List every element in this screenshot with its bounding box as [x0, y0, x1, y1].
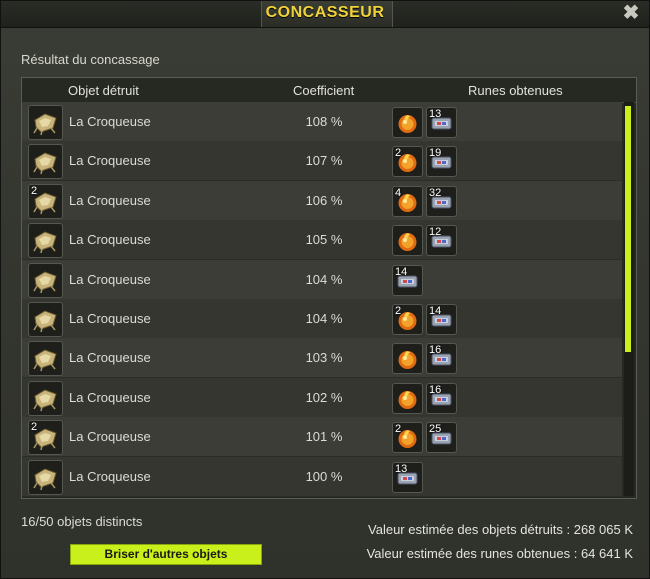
column-header-coefficient: Coefficient	[293, 83, 355, 98]
item-icon[interactable]	[28, 302, 63, 337]
rune-quantity: 2	[395, 147, 402, 160]
rune-quantity: 4	[395, 186, 402, 199]
table-row: La Croqueuse 100 % 13	[22, 456, 622, 497]
coefficient-value: 104 %	[305, 271, 343, 287]
stat-rune-icon[interactable]: 19	[426, 146, 457, 178]
item-name: La Croqueuse	[69, 271, 151, 287]
coefficient-value: 101 %	[305, 429, 343, 445]
stat-rune-icon[interactable]: 14	[392, 264, 423, 296]
item-icon[interactable]	[28, 262, 63, 298]
fire-rune-icon[interactable]	[392, 382, 423, 414]
coefficient-value: 102 %	[305, 389, 343, 405]
rune-quantity: 14	[429, 305, 442, 317]
item-name: La Croqueuse	[69, 311, 151, 326]
fire-rune-icon[interactable]: 2	[392, 304, 423, 335]
stat-rune-icon[interactable]: 13	[426, 107, 457, 138]
item-name: La Croqueuse	[69, 468, 151, 484]
table-row: La Croqueuse 107 % 2 19	[22, 141, 622, 182]
rune-quantity: 12	[429, 226, 442, 239]
fire-rune-icon[interactable]: 2	[392, 422, 423, 454]
item-icon[interactable]	[28, 223, 63, 259]
table-row: La Croqueuse 108 % 13	[22, 102, 622, 142]
close-icon[interactable]: ✖	[621, 3, 641, 23]
table-row: 2 La Croqueuse 106 % 4 32	[22, 180, 622, 221]
distinct-count: 16/50 objets distincts	[21, 514, 143, 529]
coefficient-value: 104 %	[305, 311, 343, 326]
item-icon[interactable]: 2	[28, 183, 63, 219]
item-name: La Croqueuse	[69, 429, 151, 445]
table-row: La Croqueuse 102 % 16	[22, 377, 622, 418]
item-name: La Croqueuse	[69, 389, 151, 405]
fire-rune-icon[interactable]	[392, 225, 423, 257]
scrollbar-thumb[interactable]	[625, 106, 631, 352]
coefficient-value: 108 %	[305, 114, 343, 129]
coefficient-value: 106 %	[305, 192, 343, 208]
table-row: La Croqueuse 103 % 16	[22, 338, 622, 379]
column-header-runes: Runes obtenues	[468, 83, 563, 98]
rune-quantity: 16	[429, 383, 442, 396]
item-icon[interactable]	[28, 459, 63, 495]
rune-quantity: 16	[429, 344, 442, 357]
coefficient-value: 107 %	[305, 153, 343, 169]
item-name: La Croqueuse	[69, 350, 151, 366]
stat-rune-icon[interactable]: 16	[426, 382, 457, 414]
fire-rune-icon[interactable]	[392, 343, 423, 375]
rune-quantity: 2	[395, 305, 402, 317]
rune-quantity: 25	[429, 423, 442, 436]
destroyed-value: Valeur estimée des objets détruits : 268…	[368, 522, 633, 537]
break-more-button[interactable]: Briser d'autres objets	[70, 544, 262, 565]
column-header-object: Objet détruit	[68, 83, 139, 98]
item-name: La Croqueuse	[69, 114, 151, 129]
stat-rune-icon[interactable]: 14	[426, 304, 457, 335]
rune-quantity: 13	[429, 108, 442, 120]
runes-value: Valeur estimée des runes obtenues : 64 6…	[366, 546, 633, 561]
item-icon[interactable]: 2	[28, 420, 63, 456]
rune-quantity: 19	[429, 147, 442, 160]
fire-rune-icon[interactable]	[392, 107, 423, 138]
stat-rune-icon[interactable]: 32	[426, 185, 457, 217]
title-bar: CONCASSEUR ✖	[1, 1, 649, 28]
coefficient-value: 100 %	[305, 468, 343, 484]
fire-rune-icon[interactable]: 4	[392, 185, 423, 217]
item-icon[interactable]	[28, 144, 63, 180]
stat-rune-icon[interactable]: 12	[426, 225, 457, 257]
stat-rune-icon[interactable]: 16	[426, 343, 457, 375]
crusher-window: CONCASSEUR ✖ Résultat du concassage Obje…	[0, 0, 650, 579]
rune-quantity: 14	[395, 265, 408, 278]
results-table: Objet détruit Coefficient Runes obtenues…	[21, 77, 637, 499]
rune-quantity: 2	[395, 423, 402, 436]
section-title: Résultat du concassage	[21, 52, 160, 67]
item-name: La Croqueuse	[69, 153, 151, 169]
coefficient-value: 105 %	[305, 232, 343, 248]
rune-quantity: 13	[395, 462, 408, 475]
item-name: La Croqueuse	[69, 192, 151, 208]
table-row: La Croqueuse 104 % 14	[22, 259, 622, 300]
table-header: Objet détruit Coefficient Runes obtenues	[22, 78, 636, 103]
coefficient-value: 103 %	[305, 350, 343, 366]
stat-rune-icon[interactable]: 13	[392, 461, 423, 493]
table-row: La Croqueuse 104 % 2 14	[22, 299, 622, 339]
item-icon[interactable]	[28, 105, 63, 140]
item-icon[interactable]	[28, 341, 63, 377]
fire-rune-icon[interactable]: 2	[392, 146, 423, 178]
item-quantity: 2	[31, 184, 38, 197]
window-title: CONCASSEUR	[265, 4, 385, 21]
item-name: La Croqueuse	[69, 232, 151, 248]
rune-quantity: 32	[429, 186, 442, 199]
table-row: 2 La Croqueuse 101 % 2 25	[22, 417, 622, 458]
stat-rune-icon[interactable]: 25	[426, 422, 457, 454]
item-icon[interactable]	[28, 380, 63, 416]
table-row: La Croqueuse 105 % 12	[22, 220, 622, 261]
item-quantity: 2	[31, 421, 38, 434]
